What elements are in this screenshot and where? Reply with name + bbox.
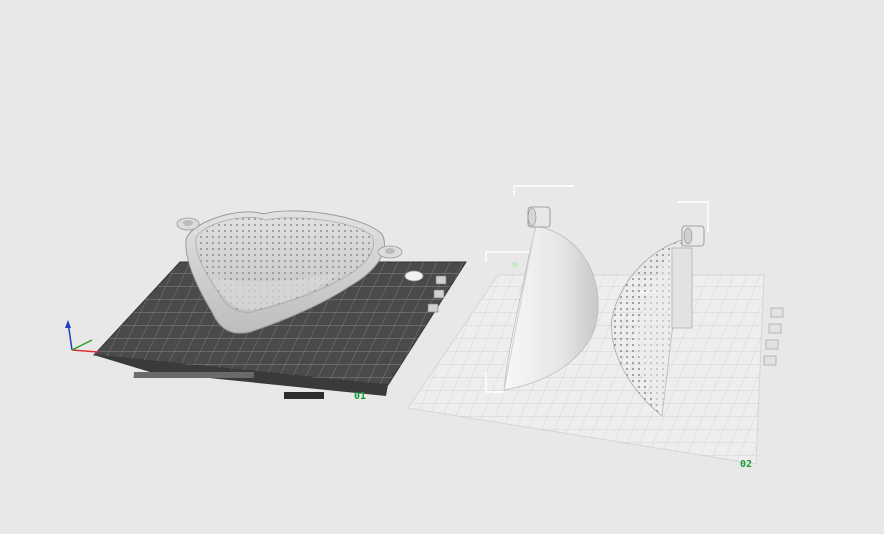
plate-01-logo-strip [133, 372, 254, 378]
heart-half-right-loop-face [683, 227, 693, 245]
axis-gizmo [65, 320, 99, 353]
bowl-loop-left-hole [183, 220, 193, 226]
bowl-loop-right-hole [385, 248, 395, 254]
close-icon[interactable] [770, 307, 784, 318]
y-axis-icon [71, 339, 93, 351]
plate-01-label: 01 [354, 391, 366, 402]
z-axis-arrow-icon [65, 320, 71, 328]
plate-02-marker [512, 262, 518, 267]
x-axis-icon [71, 349, 99, 353]
arrange-icon[interactable] [433, 289, 445, 299]
slice-icon[interactable] [765, 339, 779, 350]
plate-01-toolbar [284, 392, 324, 399]
plate-02-controls [763, 307, 784, 366]
heart-half-right-support [671, 247, 693, 329]
heart-half-left-loop-face [527, 207, 537, 227]
plate-02-label: 02 [740, 459, 752, 470]
settings-icon[interactable] [763, 355, 777, 366]
arrange-icon[interactable] [768, 323, 782, 334]
bowl-button-disc [404, 270, 424, 282]
close-icon[interactable] [435, 275, 447, 285]
settings-icon[interactable] [427, 303, 439, 313]
3d-viewport[interactable]: 01 02 [0, 0, 884, 534]
